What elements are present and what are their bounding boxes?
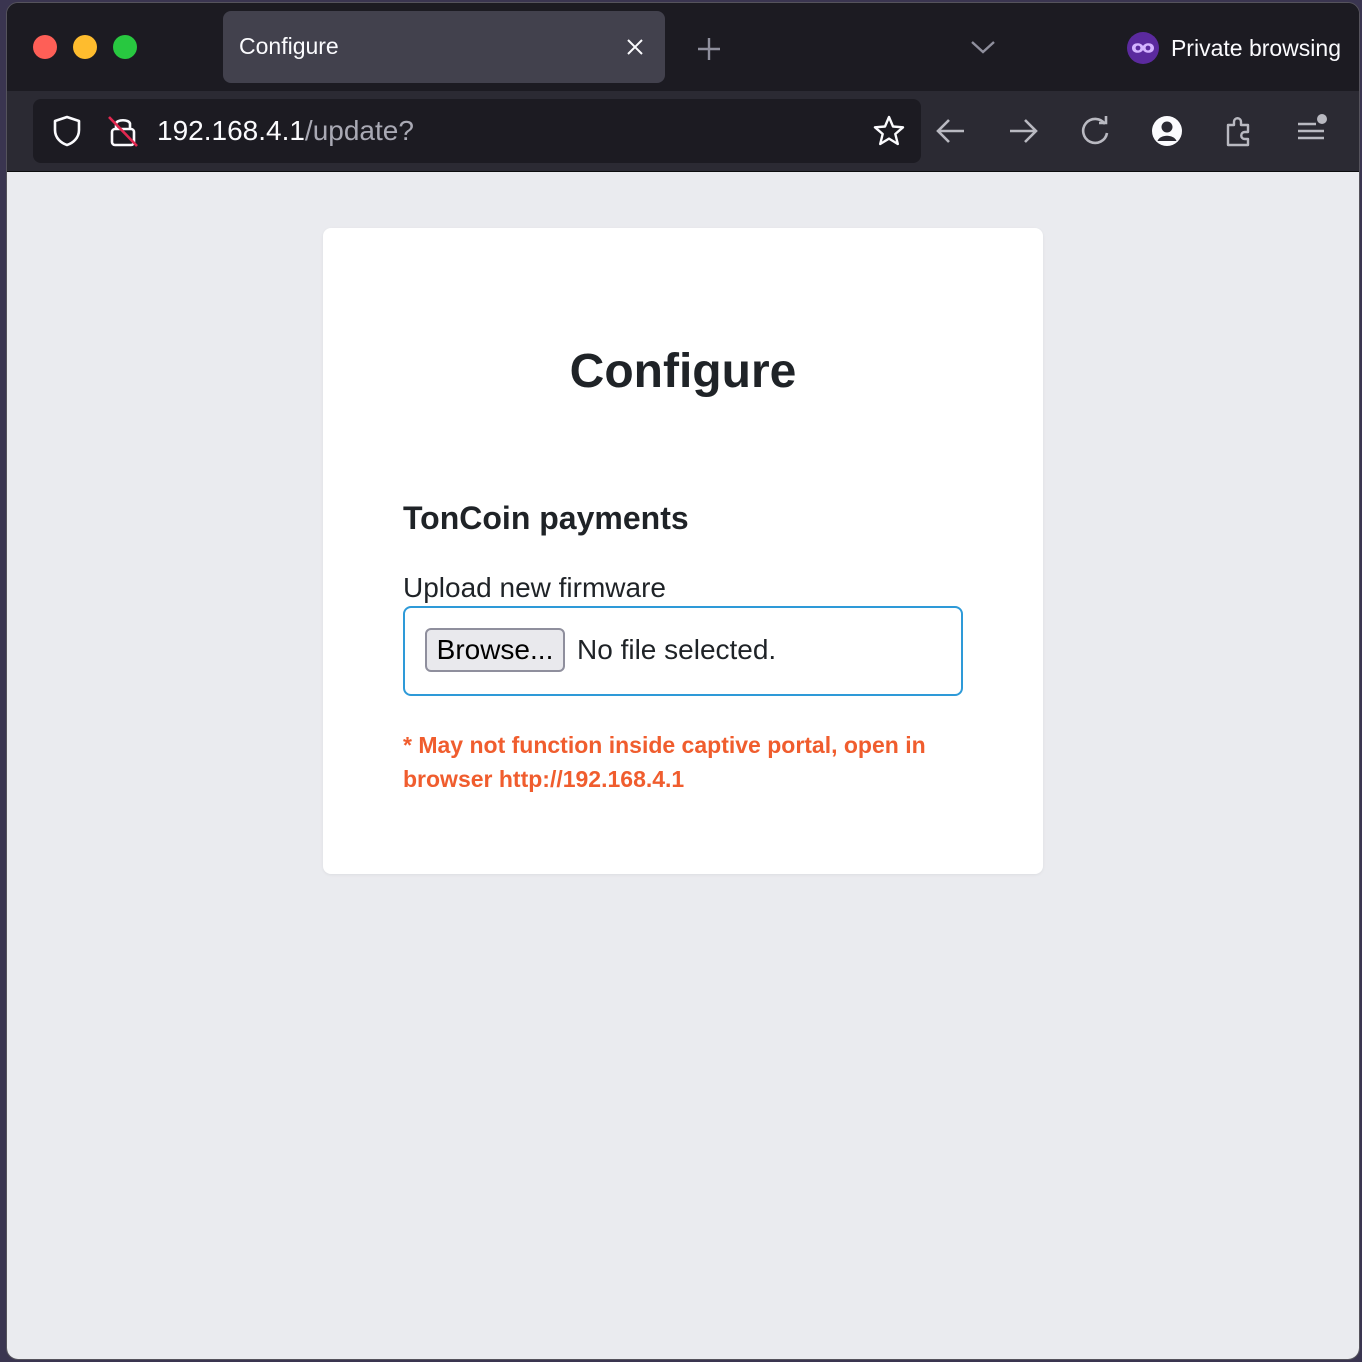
firmware-file-input[interactable]: Browse... No file selected. bbox=[403, 606, 963, 696]
title-bar: Configure Private browsing bbox=[7, 3, 1359, 91]
browse-button[interactable]: Browse... bbox=[425, 628, 565, 672]
close-window-button[interactable] bbox=[33, 35, 57, 59]
plus-icon[interactable] bbox=[695, 35, 723, 63]
extensions-icon[interactable] bbox=[1221, 113, 1257, 149]
url-host: 192.168.4.1 bbox=[157, 115, 305, 146]
tab-title: Configure bbox=[239, 33, 339, 59]
forward-arrow-icon[interactable] bbox=[1005, 113, 1041, 149]
minimize-window-button[interactable] bbox=[73, 35, 97, 59]
file-status-text: No file selected. bbox=[577, 634, 777, 665]
insecure-lock-icon[interactable] bbox=[105, 113, 141, 149]
private-browsing-indicator: Private browsing bbox=[1126, 31, 1341, 65]
upload-label: Upload new firmware bbox=[403, 572, 666, 603]
url-text[interactable]: 192.168.4.1/update? bbox=[157, 115, 414, 147]
page-title: Configure bbox=[569, 345, 797, 398]
reload-icon[interactable] bbox=[1077, 113, 1113, 149]
section-title: TonCoin payments bbox=[403, 500, 689, 536]
close-icon[interactable] bbox=[623, 35, 647, 59]
toolbar: 192.168.4.1/update? bbox=[7, 91, 1359, 172]
tab-configure[interactable]: Configure bbox=[223, 11, 665, 83]
private-mask-icon bbox=[1126, 32, 1159, 64]
address-bar[interactable]: 192.168.4.1/update? bbox=[33, 99, 921, 163]
account-icon[interactable] bbox=[1149, 113, 1185, 149]
bookmark-star-icon[interactable] bbox=[871, 113, 907, 149]
page-content: Configure TonCoin payments Upload new fi… bbox=[7, 172, 1359, 1359]
browser-window: Configure Private browsing 192.168.4.1/u… bbox=[6, 2, 1360, 1360]
shield-icon[interactable] bbox=[49, 113, 85, 149]
captive-portal-warning: * May not function inside captive portal… bbox=[403, 732, 926, 792]
back-arrow-icon[interactable] bbox=[933, 113, 969, 149]
private-browsing-label: Private browsing bbox=[1170, 34, 1341, 61]
config-card: Configure TonCoin payments Upload new fi… bbox=[323, 228, 1043, 874]
chevron-down-icon[interactable] bbox=[969, 37, 997, 57]
url-path: /update? bbox=[304, 115, 414, 146]
maximize-window-button[interactable] bbox=[113, 35, 137, 59]
menu-icon[interactable] bbox=[1293, 113, 1329, 149]
